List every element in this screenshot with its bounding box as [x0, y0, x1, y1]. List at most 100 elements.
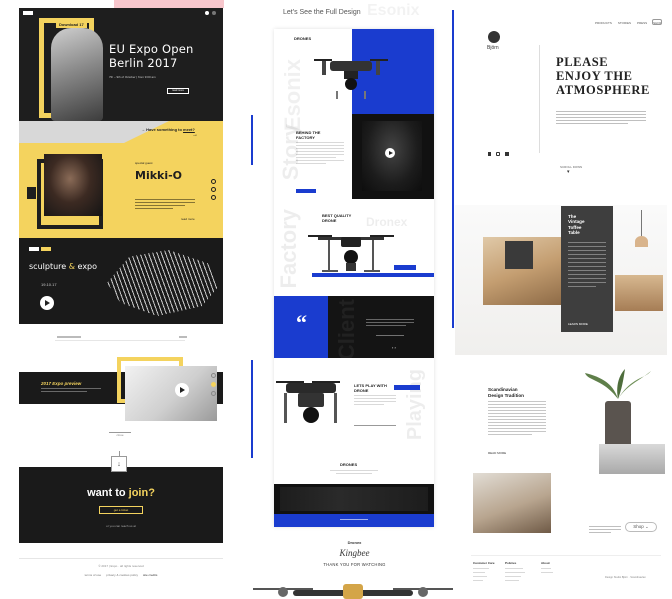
hero-logo[interactable] — [23, 11, 33, 15]
headline-line-2: ENJOY THE — [556, 69, 633, 83]
footer-link-privacy[interactable]: privacy & cookies policy — [106, 573, 138, 577]
preview-pager[interactable] — [211, 373, 216, 401]
s2-blue-button[interactable] — [296, 189, 316, 193]
card-title: The Vintage Toffee Table — [568, 214, 585, 236]
s5-label: LETS PLAY WITH DRONE — [354, 383, 387, 393]
artist-pager[interactable] — [211, 179, 216, 201]
hero-title-line1: EU Expo Open — [109, 42, 194, 56]
middle-heading: Let's See the Full Design — [283, 9, 361, 16]
scandi-title: Scandinavian Design Tradition — [488, 387, 524, 398]
instagram-icon[interactable] — [496, 152, 500, 156]
artist-kicker: special guest — [135, 161, 153, 165]
gap-divider — [55, 340, 185, 341]
s6-footer-line — [340, 519, 368, 520]
preview-close[interactable]: close — [109, 432, 131, 437]
thanks-text: THANK YOU FOR WATCHING — [323, 562, 386, 567]
facebook-icon[interactable] — [488, 152, 491, 156]
dronex-page: DRONES Esonix BEHIND THE FACTORY Story B… — [274, 29, 434, 527]
hero-title: EU Expo Open Berlin 2017 — [109, 42, 194, 70]
preview-text — [41, 388, 101, 392]
s2-play-button[interactable] — [385, 148, 395, 158]
shop-button-label: Shop — [633, 524, 644, 529]
s6-image-strip — [280, 487, 428, 511]
shop-button[interactable]: Shop ⌄ — [625, 522, 657, 532]
hero-cta[interactable]: read more — [167, 88, 189, 94]
scandi-text — [488, 401, 546, 435]
s5-blue-button[interactable] — [394, 385, 420, 390]
bjorn-logo-mark[interactable] — [488, 31, 500, 43]
footer-col-customer: Customer Care — [473, 561, 495, 565]
plant-icon — [585, 369, 651, 455]
nav-press[interactable]: PRESS — [637, 21, 647, 25]
sculpture-section: sculpture & expo 19.10.17 — [19, 238, 223, 324]
s5-field[interactable] — [354, 421, 396, 426]
bottom-drone-icon — [253, 584, 453, 599]
room-image — [473, 473, 551, 533]
scandi-more[interactable]: READ MORE — [488, 451, 506, 455]
s3-factory-watermark: Factory — [276, 209, 301, 289]
sculpture-badge-1 — [29, 247, 39, 251]
scandi-table — [599, 444, 665, 474]
s4-arrows[interactable]: ‹ › — [392, 345, 396, 350]
nav-stories[interactable]: STORIES — [618, 21, 631, 25]
join-title: want to join? — [19, 487, 223, 499]
gap-mark-left — [57, 336, 81, 338]
thanks-signature: Kingbee — [339, 548, 370, 558]
headline-line-3: ATMOSPHERE — [556, 83, 650, 97]
s2-watermark: Story — [278, 124, 303, 181]
footer-link-terms[interactable]: terms of use — [85, 573, 102, 577]
sculpture-badge-2 — [41, 247, 51, 251]
s1-label: DRONES — [294, 36, 312, 41]
card-more[interactable]: LEARN MORE — [568, 322, 588, 326]
linkedin-icon[interactable] — [505, 152, 509, 156]
statue-image — [51, 28, 103, 121]
pendant-lamp-icon — [641, 210, 642, 236]
s4-client-watermark: Client — [334, 299, 359, 361]
bjorn-brand[interactable]: Björn — [487, 45, 499, 51]
join-download-icon[interactable]: ↓ — [111, 456, 127, 472]
join-note: or you can reach us at — [106, 524, 136, 528]
hero-date: 7th – 9th of October | from 9:00 am — [109, 75, 156, 79]
blue-marker-3 — [452, 10, 454, 328]
sculpture-date: 19.10.17 — [41, 282, 57, 287]
social-icons — [488, 152, 509, 156]
scandi-title-2: Design Tradition — [488, 392, 524, 398]
nav-products[interactable]: PRODUCTS — [595, 21, 612, 25]
nav-cart[interactable] — [652, 19, 662, 25]
gap-mark-right — [179, 336, 187, 338]
s5-watermark: Playing — [404, 369, 426, 441]
s6-text — [330, 470, 378, 474]
footer-link-credits[interactable]: site credits — [143, 573, 157, 577]
s1-watermark: Esonix — [280, 59, 305, 132]
sculpture-title: sculpture & expo — [29, 262, 97, 271]
artist-bio — [135, 199, 195, 209]
card-text — [568, 242, 606, 287]
watermark-top: Esonix — [367, 2, 420, 19]
meet-prompt-text: → Have something to — [141, 127, 182, 132]
s3-label-2: DRONE — [322, 218, 337, 223]
preview-section: 2017 Expo preview — [19, 357, 223, 428]
s5-text — [354, 395, 396, 405]
meet-prompt[interactable]: → Have something to meet? — [141, 127, 195, 132]
yellow-section: → Have something to meet? → special gues… — [19, 121, 223, 238]
footer-col-about: About — [541, 561, 550, 565]
footer-links: terms of use privacy & cookies policy si… — [19, 573, 223, 577]
plant-vase-image — [583, 369, 653, 455]
join-section: ↓ want to join? get a ticket or you can … — [19, 451, 223, 543]
sculpture-title-amp: & — [68, 262, 75, 271]
meet-arrow[interactable]: → — [192, 132, 198, 138]
artist-more[interactable]: read more — [181, 217, 195, 221]
card-title-4: Table — [568, 230, 580, 236]
scroll-down-icon[interactable]: ▾ — [567, 169, 570, 175]
pink-strip — [114, 0, 224, 8]
artist-photo — [44, 154, 102, 216]
footer-divider — [19, 558, 223, 559]
sculpture-play-button[interactable] — [40, 296, 54, 310]
shop-text — [589, 526, 621, 533]
s3-button[interactable] — [394, 265, 416, 270]
s4-author-line — [376, 335, 404, 336]
preview-play-button[interactable] — [175, 383, 189, 397]
artist-play[interactable] — [27, 187, 36, 199]
join-ticket-button[interactable]: get a ticket — [99, 506, 143, 514]
scroll-label[interactable]: SCROLL DOWN — [560, 165, 582, 169]
